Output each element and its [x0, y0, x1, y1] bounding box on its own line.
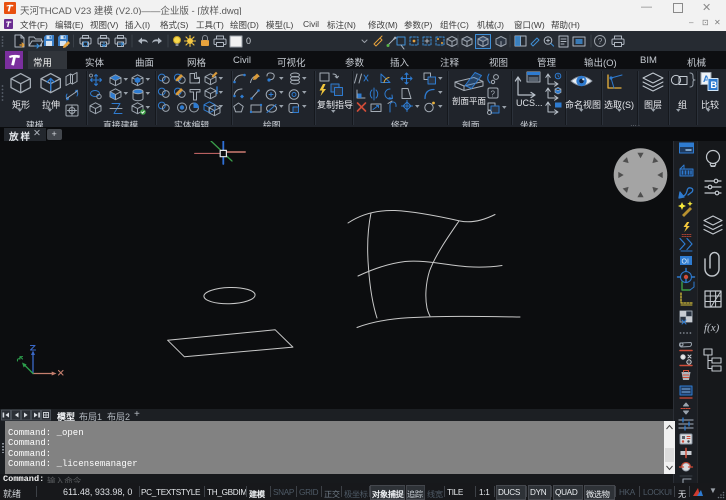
svg-text:f(x): f(x)	[704, 322, 720, 334]
svg-text:?: ?	[598, 36, 603, 46]
svg-text:OI: OI	[682, 259, 689, 266]
